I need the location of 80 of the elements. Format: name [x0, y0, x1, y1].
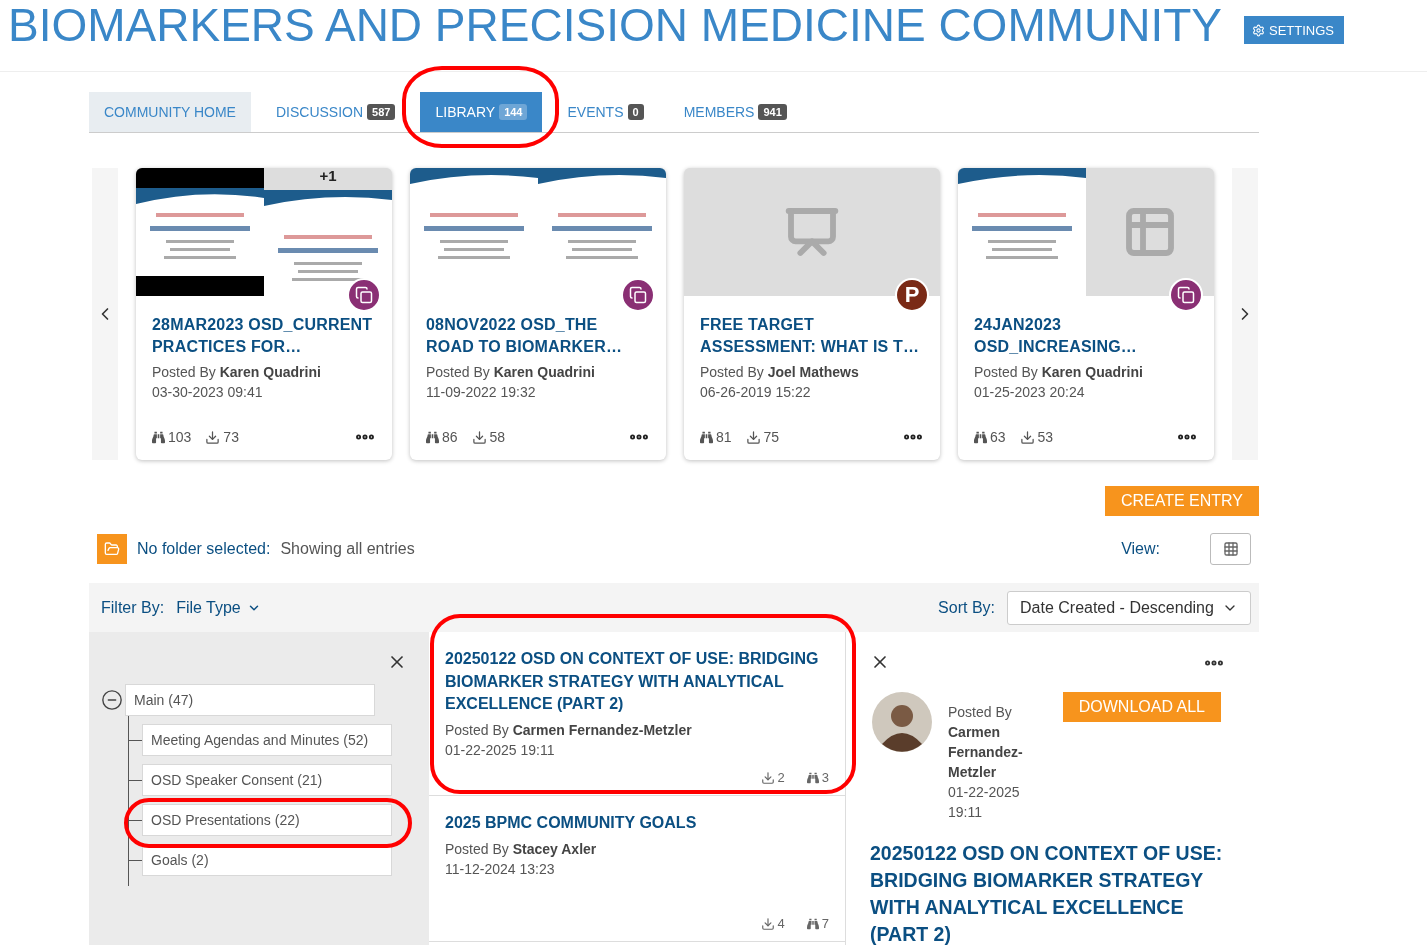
- card-title[interactable]: 28MAR2023 OSD_CURRENT PRACTICES FOR…: [152, 314, 376, 358]
- view-label: View:: [1121, 540, 1160, 558]
- settings-button[interactable]: SETTINGS: [1244, 16, 1345, 44]
- card-title[interactable]: 24JAN2023 OSD_INCREASING…: [974, 314, 1198, 358]
- folder-status: Showing all entries: [280, 540, 415, 558]
- post-date: 06-26-2019 15:22: [700, 383, 812, 402]
- binoculars-icon: [152, 430, 165, 444]
- binoculars-icon: [700, 430, 713, 444]
- avatar: [872, 692, 932, 752]
- more-count: +1: [319, 168, 337, 186]
- download-icon: [471, 429, 487, 445]
- post-date: 11-09-2022 19:32: [426, 383, 537, 402]
- binoculars-icon: [806, 771, 819, 784]
- tab[interactable]: DISCUSSION 587: [260, 92, 411, 132]
- download-icon: [745, 429, 761, 445]
- post-date: 03-30-2023 09:41: [152, 383, 264, 402]
- entry-title[interactable]: 2025 BPMC COMMUNITY GOALS: [445, 812, 829, 835]
- folder-icon: [97, 534, 127, 564]
- grid-icon: [1222, 541, 1239, 557]
- binoculars-icon: [426, 430, 439, 444]
- download-count: 75: [763, 429, 780, 445]
- download-count: 2: [777, 770, 785, 785]
- download-icon: [1019, 429, 1035, 445]
- tab[interactable]: EVENTS 0: [552, 92, 659, 132]
- binoculars-icon: [974, 430, 987, 444]
- count-badge: 144: [499, 104, 528, 120]
- entry-title[interactable]: 20250122 OSD ON CONTEXT OF USE: BRIDGING BIOMARKER STRATEGY WITH ANALYTICAL EXCELLENCE (PART 2): [445, 648, 829, 716]
- entry-row[interactable]: 2025 BPMC COMMUNITY GOALS Posted By Stacey Axler 11-12-2024 13:23 4 7: [429, 796, 845, 942]
- post-date: 01-22-2025 19:11: [445, 740, 556, 760]
- binoculars-icon: [806, 917, 819, 930]
- library-card[interactable]: 08NOV2022 OSD_THE ROAD TO BIOMARKER… Posted By Karen Quadrini 11-09-2022 19:32 86 58: [410, 168, 666, 460]
- gear-icon: [1252, 23, 1265, 37]
- file-type-dropdown[interactable]: File Type: [176, 598, 261, 617]
- view-count: 86: [442, 429, 458, 445]
- download-count: 73: [223, 429, 239, 445]
- count-badge: 941: [758, 104, 787, 120]
- sort-dropdown[interactable]: Date Created - Descending: [1007, 590, 1251, 625]
- view-count: 81: [716, 429, 732, 445]
- folder-item[interactable]: Main (47): [125, 684, 375, 716]
- posted-by: Posted By Joel Mathews: [700, 363, 860, 382]
- card-title[interactable]: FREE TARGET ASSESSMENT: WHAT IS T…: [700, 314, 924, 358]
- view-count: 103: [168, 429, 192, 445]
- download-count: 4: [777, 916, 785, 931]
- document-badge: [1169, 278, 1203, 312]
- library-card[interactable]: +1 28MAR2023 OSD_CURRENT PRACTICES FOR… Posted By Karen Quadrini 03-30-2023 09:41 103 73: [136, 168, 392, 460]
- collapse-icon[interactable]: [101, 689, 123, 711]
- library-card[interactable]: P FREE TARGET ASSESSMENT: WHAT IS T… Posted By Joel Mathews 06-26-2019 15:22 81 75: [684, 168, 940, 460]
- powerpoint-badge: P: [895, 278, 929, 312]
- folder-label: No folder selected:: [137, 540, 271, 558]
- post-date: 01-25-2023 20:24: [974, 383, 1086, 402]
- filter-label: Filter By:: [101, 598, 165, 617]
- view-count: 3: [821, 770, 829, 785]
- view-count: 63: [990, 429, 1006, 445]
- tab[interactable]: MEMBERS 941: [668, 92, 802, 132]
- folder-item[interactable]: OSD Speaker Consent (21): [142, 764, 392, 796]
- page-title: BIOMARKERS AND PRECISION MEDICINE COMMUNITY: [8, 2, 1222, 48]
- card-title[interactable]: 08NOV2022 OSD_THE ROAD TO BIOMARKER…: [426, 314, 650, 358]
- count-badge: 0: [627, 104, 644, 120]
- detail-title: 20250122 OSD ON CONTEXT OF USE: BRIDGING BIOMARKER STRATEGY WITH ANALYTICAL EXCELLENCE (PART 2): [870, 841, 1224, 945]
- posted-by: Posted By Carmen Fernandez-Metzler 01-22-2025 19:11: [948, 703, 1024, 822]
- posted-by: Posted By Karen Quadrini: [426, 363, 596, 382]
- download-icon: [760, 916, 775, 931]
- post-date: 11-12-2024 13:23: [445, 859, 556, 879]
- sort-label: Sort By:: [938, 598, 995, 617]
- folder-item[interactable]: Meeting Agendas and Minutes (52): [142, 724, 392, 756]
- posted-by: Posted By Stacey Axler: [445, 839, 598, 859]
- entry-row[interactable]: 20250122 OSD ON CONTEXT OF USE: BRIDGING BIOMARKER STRATEGY WITH ANALYTICAL EXCELLENCE (PART 2) Posted By Carmen Fernandez-Metzler 01-22-2025 19:11 2 3: [429, 632, 845, 796]
- download-count: 53: [1037, 429, 1054, 445]
- folder-item[interactable]: OSD Presentations (22): [142, 804, 392, 836]
- posted-by: Posted By Karen Quadrini: [152, 363, 322, 382]
- download-count: 58: [489, 429, 506, 445]
- download-icon: [205, 429, 221, 445]
- view-count: 7: [821, 916, 829, 931]
- library-card[interactable]: 24JAN2023 OSD_INCREASING… Posted By Karen Quadrini 01-25-2023 20:24 63 53: [958, 168, 1214, 460]
- count-badge: 587: [367, 104, 396, 120]
- grid-view-button[interactable]: [1210, 533, 1251, 565]
- posted-by: Posted By Carmen Fernandez-Metzler: [445, 720, 693, 740]
- tab[interactable]: LIBRARY 144: [420, 92, 543, 132]
- download-icon: [760, 770, 775, 785]
- posted-by: Posted By Karen Quadrini: [974, 363, 1144, 382]
